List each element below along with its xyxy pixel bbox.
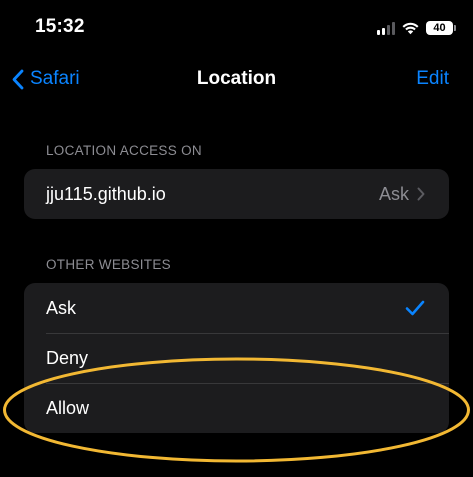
option-label: Deny <box>46 347 89 368</box>
site-row-jju115[interactable]: jju115.github.io Ask <box>24 169 449 219</box>
wifi-icon <box>402 22 419 35</box>
page-title: Location <box>196 68 277 89</box>
navigation-bar: Safari Location Edit <box>0 58 473 104</box>
option-deny[interactable]: Deny <box>24 333 449 383</box>
option-label: Allow <box>46 397 90 418</box>
site-name: jju115.github.io <box>46 183 166 204</box>
status-time: 15:32 <box>35 16 85 37</box>
battery-percent: 40 <box>433 22 446 34</box>
chevron-right-icon <box>417 187 425 201</box>
battery-icon: 40 <box>426 21 456 35</box>
section-header-other-websites: OTHER WEBSITES <box>46 257 171 272</box>
cellular-signal-icon <box>377 21 395 35</box>
edit-button[interactable]: Edit <box>416 68 449 90</box>
option-label: Ask <box>46 297 77 318</box>
checkmark-icon <box>405 300 425 316</box>
option-allow[interactable]: Allow <box>24 383 449 433</box>
other-websites-group: Ask Deny Allow <box>24 283 449 433</box>
site-permission-value: Ask <box>378 183 409 204</box>
status-bar: 15:32 40 <box>0 0 473 58</box>
status-icons: 40 <box>377 19 456 37</box>
section-header-location-access: LOCATION ACCESS ON <box>46 143 202 158</box>
location-access-group: jju115.github.io Ask <box>24 169 449 219</box>
option-ask[interactable]: Ask <box>24 283 449 333</box>
